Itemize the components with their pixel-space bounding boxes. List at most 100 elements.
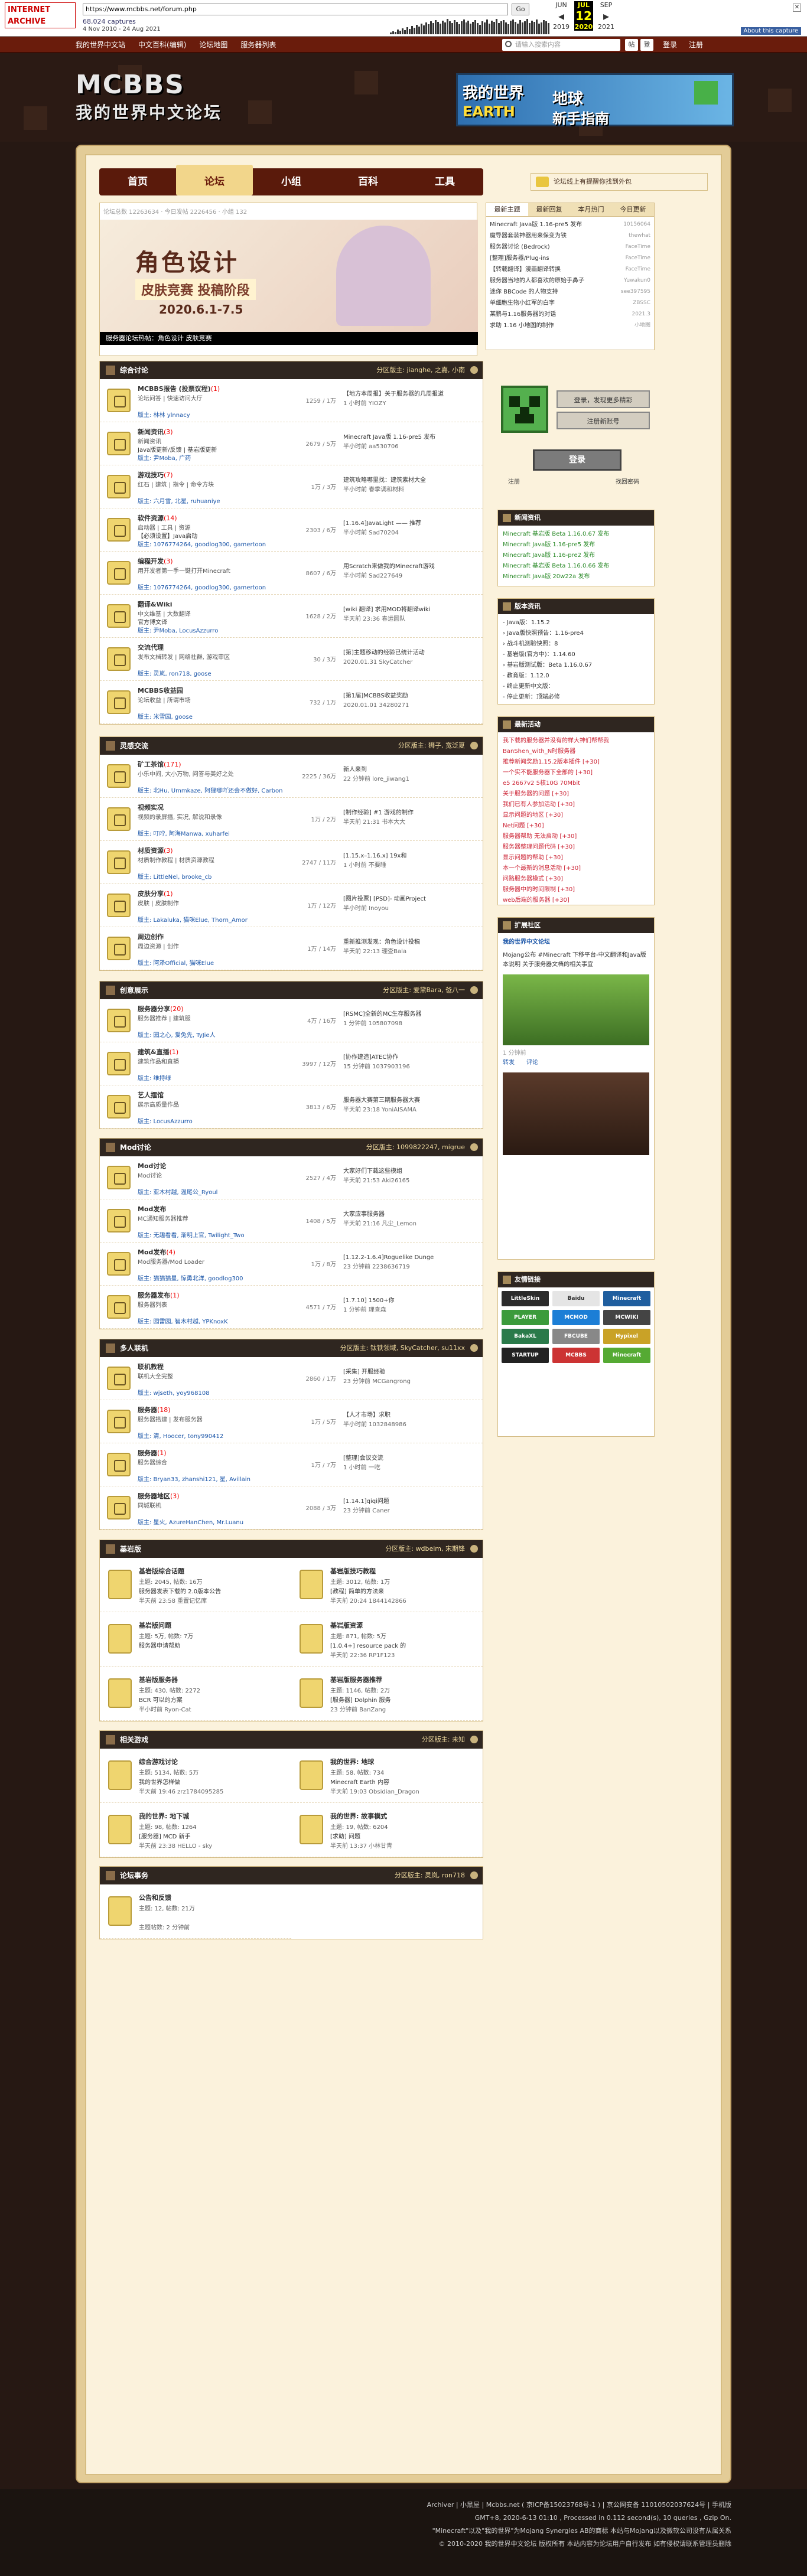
forum-icon[interactable] — [300, 1678, 323, 1708]
forum-title[interactable]: 游戏技巧 — [138, 471, 164, 479]
forum-title[interactable]: 新闻资讯 — [138, 428, 164, 436]
sidebar-item[interactable]: - 基岩版(官方中)：1.14.60 — [503, 650, 649, 660]
sidebar-item[interactable]: 关于服务器的问题 [+30] — [503, 789, 649, 800]
forum-name[interactable]: 矿工茶馆(171) — [138, 759, 181, 769]
forum-cell[interactable]: 基岩版资源 主题: 871, 帖数: 5万 [1.0.4+] resource pa… — [291, 1612, 483, 1667]
friend-link[interactable]: Hypixel — [603, 1329, 650, 1344]
collapse-icon[interactable] — [470, 1143, 478, 1151]
forum-row[interactable]: 服务器发布(1) 服务器列表 版主: 园雷园, 智木村越, YPKnoxK 4571 … — [100, 1286, 483, 1329]
last-post-title[interactable]: 大家好们下载这些模组 — [343, 1167, 479, 1176]
friend-link[interactable]: BakaXL — [502, 1329, 549, 1344]
forum-title[interactable]: 编程开发 — [138, 557, 164, 565]
last-post[interactable]: [第1届]MCBBS收益奖励 2020.01.01 34280271 — [343, 692, 479, 710]
forum-name[interactable]: 基岩版综合话题 — [139, 1566, 184, 1576]
sidebar-item[interactable]: › 战斗机测验快照：8 — [503, 639, 649, 650]
last-post[interactable]: [1.15.x–1.16.x] 19x和 1 小时前 不要睡 — [343, 852, 479, 870]
collapse-icon[interactable] — [470, 1736, 478, 1743]
nav-home[interactable]: 首页 — [99, 168, 176, 195]
forum-title[interactable]: 服务器地区 — [138, 1492, 170, 1500]
forum-name[interactable]: 基岩版服务器 — [139, 1675, 178, 1684]
forum-icon[interactable] — [107, 1453, 131, 1476]
month-prev[interactable]: JUN — [552, 1, 571, 9]
capture-bar[interactable] — [408, 29, 411, 34]
capture-bar[interactable] — [392, 31, 394, 34]
forum-row[interactable]: 服务器地区(3) 同城联机 版主: 星火, AzureHanChen, Mr.Lua… — [100, 1486, 483, 1530]
last-post[interactable]: Minecraft Java版 1.16-pre5 发布 半小时前 aa53070… — [343, 433, 479, 452]
capture-bar[interactable] — [491, 21, 493, 34]
forum-row[interactable]: MCBBS报告 (投票议程)(1) 论坛问答 | 快速访问大厅 版主: 林林 yln… — [100, 379, 483, 422]
last-post-title[interactable]: [服务器] MCD 新手 — [139, 1831, 287, 1840]
last-post-title[interactable]: [1.12.2-1.6.4]Roguelike Dunge — [343, 1253, 479, 1263]
section-header[interactable]: 相关游戏 分区版主: 未知 — [100, 1731, 483, 1749]
forgot-password-link[interactable]: 找回密码 — [616, 477, 639, 485]
hot-thread-title[interactable]: 服务器当地的人都喜欢的原始手鼻子 — [490, 275, 584, 286]
forum-title[interactable]: 周边创作 — [138, 933, 164, 941]
forum-icon[interactable] — [107, 690, 131, 714]
forum-icon[interactable] — [108, 1815, 132, 1844]
capture-bar[interactable] — [460, 21, 463, 34]
topbar-btn-post[interactable]: 帖 — [625, 39, 638, 51]
forum-icon[interactable] — [300, 1624, 323, 1654]
forum-cell[interactable]: 综合游戏讨论 主题: 5134, 帖数: 5万 我的世界怎样做 半天前 19:46 z… — [100, 1749, 291, 1803]
forum-row[interactable]: 联机教程 联机大全完整 版主: wjseth, yoy968108 2860 / 1万… — [100, 1357, 483, 1400]
capture-bar[interactable] — [439, 24, 441, 34]
capture-bar[interactable] — [420, 24, 422, 34]
last-post[interactable]: [1.12.2-1.6.4]Roguelike Dunge 23 分钟前 2238… — [343, 1253, 479, 1272]
notice-bar[interactable]: 论坛线上有提醒你找到外包 — [531, 173, 708, 191]
capture-bar[interactable] — [399, 31, 401, 34]
forum-icon[interactable] — [108, 1678, 132, 1708]
last-post[interactable]: 【地方本周报】关于服务器的几周报道 1 小时前 YIOZY — [343, 390, 479, 409]
capture-bar[interactable] — [481, 21, 484, 34]
forum-subforums[interactable]: 【必须设置】Java启动 — [138, 531, 291, 540]
forum-row[interactable]: 服务器分享(20) 服务器推荐 | 建筑服 版主: 园之心, 爱兔先, TyJie人… — [100, 999, 483, 1042]
last-post-title[interactable]: 建筑攻略哪里找：建筑素材大全 — [343, 476, 479, 485]
forum-name[interactable]: 基岩版技巧教程 — [330, 1566, 376, 1576]
nav-next[interactable]: ▸ — [597, 9, 616, 23]
forum-moderators[interactable]: 版主: wjseth, yoy968108 — [138, 1388, 291, 1397]
capture-bar[interactable] — [479, 25, 481, 34]
sidebar-item[interactable]: 显示问题的帮助 [+30] — [503, 853, 649, 863]
ext-action-link[interactable]: 评论 — [526, 1058, 538, 1068]
featured-slideshow[interactable]: 论坛总数 12263634 · 今日发帖 2226456 · 小组 132 角色… — [99, 203, 478, 356]
sidebar-item[interactable]: Minecraft Java版 1.16-pre5 发布 — [503, 540, 649, 550]
capture-bar[interactable] — [429, 21, 432, 34]
wayback-go-button[interactable]: Go — [512, 4, 529, 15]
sidebar-item[interactable]: 显示问题的地区 [+30] — [503, 810, 649, 821]
topbar-btn-sign[interactable]: 登 — [640, 39, 653, 51]
last-post-title[interactable]: 服务器大赛第三期服务器大赛 — [343, 1096, 479, 1106]
forum-icon[interactable] — [107, 389, 131, 412]
capture-bar[interactable] — [448, 21, 451, 34]
forum-name[interactable]: Mod发布(4) — [138, 1247, 175, 1257]
last-post-title[interactable]: Minecraft Java版 1.16-pre5 发布 — [343, 433, 479, 442]
friend-link[interactable]: MCMOD — [552, 1310, 600, 1325]
forum-row[interactable]: 建筑&直播(1) 建筑作品和直播 版主: 维持绿 3997 / 12万 [协作建造]AT… — [100, 1042, 483, 1085]
last-post-title[interactable]: [第1届]MCBBS收益奖励 — [343, 692, 479, 701]
collapse-icon[interactable] — [470, 366, 478, 374]
last-post[interactable]: 大家应事服务器 半天前 21:16 凡尘_Lemon — [343, 1210, 479, 1229]
ext-image-2[interactable] — [503, 1072, 649, 1155]
forum-title[interactable]: 软件资源 — [138, 514, 164, 522]
hot-tab[interactable]: 今日更新 — [612, 203, 654, 216]
collapse-icon[interactable] — [470, 742, 478, 749]
forum-cell[interactable]: 公告和反馈 主题: 12, 帖数: 21万 主题帖数: 2 分钟前 — [100, 1884, 291, 1939]
forum-name[interactable]: 我的世界: 故事模式 — [330, 1811, 387, 1821]
forum-moderators[interactable]: 版主: 1076774264, goodlog300, gamertoon — [138, 582, 291, 591]
capture-bar[interactable] — [510, 21, 512, 34]
last-post-title[interactable]: [1.7.10] 1500+你 — [343, 1296, 479, 1306]
forum-name[interactable]: 联机教程 — [138, 1362, 164, 1371]
last-post[interactable]: [1.14.1]qiqi问题 23 分钟前 Caner — [343, 1497, 479, 1516]
forum-title[interactable]: 联机教程 — [138, 1363, 164, 1371]
sidebar-item[interactable]: 本一个最新的消息活动 [+30] — [503, 863, 649, 874]
forum-name[interactable]: 服务器(1) — [138, 1448, 167, 1457]
forum-title[interactable]: MCBBS收益园 — [138, 687, 183, 694]
last-post[interactable]: [图片投票] [PSD]- 动画Project 半小时前 Inoyou — [343, 895, 479, 914]
ext-action-link[interactable]: 转发 — [503, 1058, 515, 1068]
forum-row[interactable]: 软件资源(14) 启动器 | 工具 | 资源 【必须设置】Java启动 版主: 107… — [100, 508, 483, 552]
forum-moderators[interactable]: 版主: 亚木村越, 温尾公_Ryoul — [138, 1187, 291, 1196]
hot-thread-title[interactable]: 服务器讨论 (Bedrock) — [490, 242, 550, 253]
nav-tools[interactable]: 工具 — [406, 168, 483, 195]
capture-bar[interactable] — [533, 22, 536, 34]
capture-bar[interactable] — [411, 26, 413, 34]
forum-icon[interactable] — [108, 1896, 132, 1926]
sidebar-item[interactable]: - 终止更新中文版： — [503, 682, 649, 692]
